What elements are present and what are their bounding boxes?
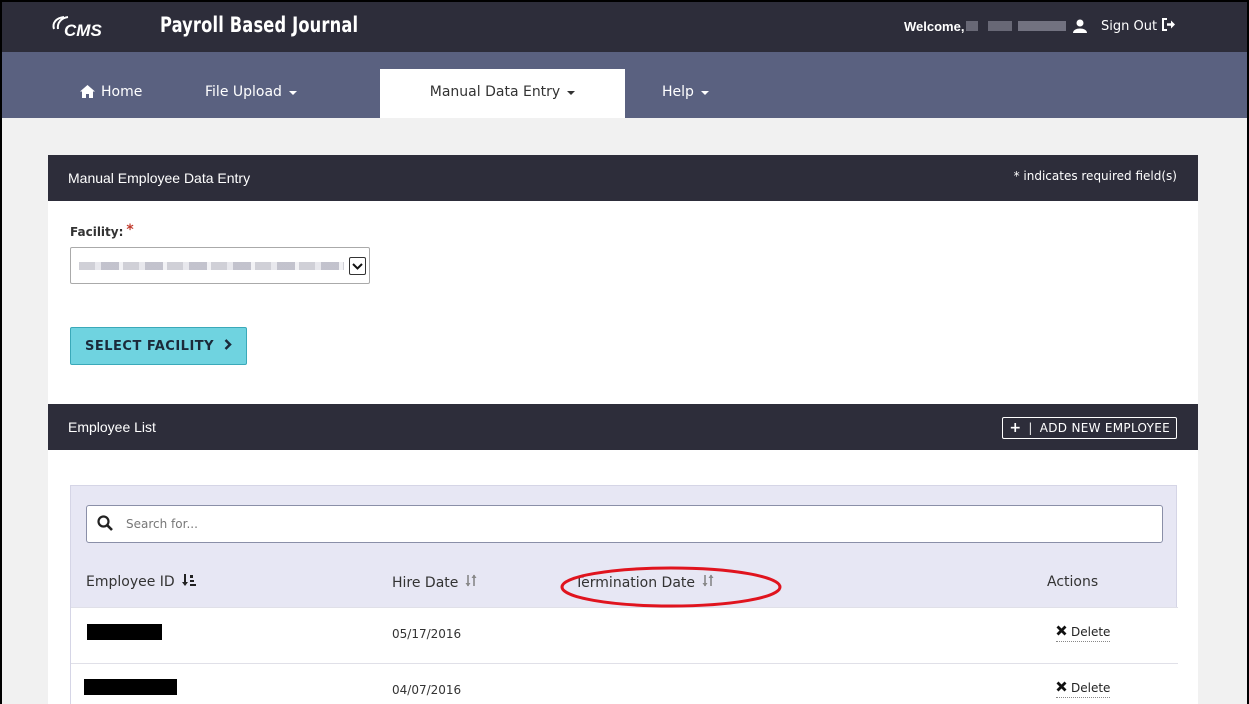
- plus-icon: +: [1009, 420, 1022, 436]
- svg-text:CMS: CMS: [64, 21, 102, 39]
- col-employee-id-label: Employee ID: [86, 574, 175, 590]
- sign-out-icon: [1162, 18, 1176, 35]
- employee-id-redacted: [84, 679, 177, 695]
- table-row[interactable]: 05/17/2016 Delete: [71, 607, 1178, 663]
- facility-select[interactable]: [70, 247, 370, 284]
- manual-entry-header: Manual Employee Data Entry * indicates r…: [48, 155, 1198, 201]
- sort-icon: [702, 574, 714, 591]
- nav-manual-data-entry[interactable]: Manual Data Entry: [380, 69, 625, 118]
- col-hire-date-label: Hire Date: [392, 574, 459, 591]
- nav-manual-data-entry-label: Manual Data Entry: [429, 84, 561, 100]
- table-row[interactable]: 04/07/2016 Delete: [71, 663, 1178, 704]
- nav-home[interactable]: Home: [80, 69, 142, 118]
- nav-file-upload-label: File Upload: [205, 84, 282, 100]
- facility-value-redacted: [79, 262, 344, 270]
- button-separator: |: [1028, 421, 1033, 435]
- nav-help[interactable]: Help: [662, 69, 709, 118]
- search-icon: [97, 515, 113, 535]
- close-icon: [1056, 625, 1067, 639]
- sort-ascending-icon: [181, 574, 196, 590]
- delete-label: Delete: [1071, 625, 1111, 639]
- delete-label: Delete: [1071, 681, 1111, 695]
- cms-logo: CMS: [50, 15, 132, 39]
- employee-list-title: Employee List: [68, 419, 156, 435]
- user-icon: [1073, 18, 1087, 37]
- employee-list-header: Employee List + | ADD NEW EMPLOYEE: [48, 404, 1198, 450]
- required-star: *: [126, 222, 134, 238]
- manual-entry-title: Manual Employee Data Entry: [68, 170, 251, 186]
- chevron-down-icon: [567, 91, 576, 95]
- select-facility-button[interactable]: SELECT FACILITY: [70, 327, 247, 365]
- nav-file-upload[interactable]: File Upload: [205, 69, 297, 118]
- employee-id-redacted: [87, 624, 162, 640]
- facility-label-text: Facility:: [70, 225, 124, 239]
- search-input[interactable]: Search for...: [86, 505, 1163, 543]
- username-redacted: [966, 21, 1066, 31]
- nav-home-label: Home: [101, 84, 143, 100]
- chevron-down-icon: [349, 257, 366, 275]
- close-icon: [1056, 681, 1067, 695]
- col-hire-date[interactable]: Hire Date: [392, 574, 477, 591]
- hire-date-cell: 04/07/2016: [392, 683, 462, 697]
- sign-out-label: Sign Out: [1101, 19, 1158, 34]
- chevron-down-icon: [700, 91, 709, 95]
- app-title: Payroll Based Journal: [160, 13, 359, 37]
- chevron-down-icon: [288, 91, 297, 95]
- home-icon: [80, 85, 95, 102]
- manual-entry-body: Facility: * SELECT FACILITY: [48, 201, 1198, 404]
- facility-label: Facility: *: [70, 222, 134, 240]
- delete-button[interactable]: Delete: [1056, 681, 1111, 698]
- required-note: * indicates required field(s): [1013, 169, 1177, 183]
- col-employee-id[interactable]: Employee ID: [86, 574, 196, 590]
- col-termination-date-label: Termination Date: [575, 574, 696, 591]
- top-bar: CMS Payroll Based Journal Welcome, Sign …: [2, 2, 1247, 52]
- hire-date-cell: 05/17/2016: [392, 627, 462, 641]
- app-frame: CMS Payroll Based Journal Welcome, Sign …: [2, 2, 1247, 704]
- search-placeholder: Search for...: [126, 517, 198, 531]
- add-new-employee-label: ADD NEW EMPLOYEE: [1039, 421, 1170, 435]
- delete-button[interactable]: Delete: [1056, 625, 1111, 642]
- select-facility-label: SELECT FACILITY: [85, 338, 215, 354]
- employee-list-body: Search for... Employee ID Hire Date Term…: [48, 450, 1198, 704]
- employee-table-container: Search for... Employee ID Hire Date Term…: [70, 485, 1178, 704]
- sign-out-link[interactable]: Sign Out: [1101, 18, 1176, 35]
- nav-help-label: Help: [662, 84, 694, 100]
- add-new-employee-button[interactable]: + | ADD NEW EMPLOYEE: [1002, 417, 1177, 439]
- main-nav: Home File Upload Manual Data Entry Help: [2, 52, 1247, 118]
- welcome-label: Welcome,: [904, 19, 965, 34]
- chevron-right-icon: [224, 338, 232, 354]
- col-termination-date[interactable]: Termination Date: [575, 574, 714, 591]
- col-actions-label: Actions: [1047, 574, 1099, 590]
- col-actions: Actions: [1047, 574, 1098, 590]
- sort-icon: [465, 574, 477, 591]
